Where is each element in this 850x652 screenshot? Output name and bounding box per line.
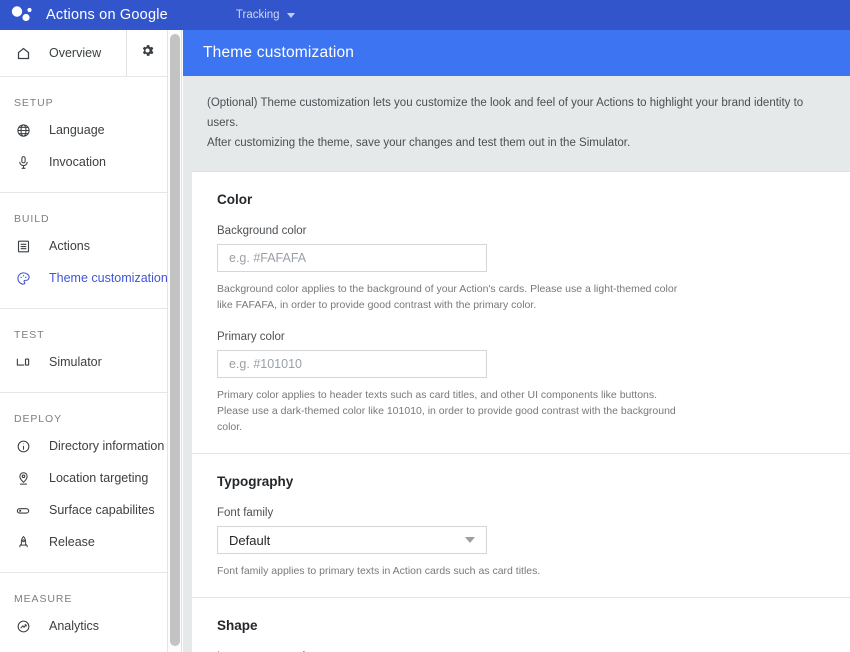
intro-line-1: (Optional) Theme customization lets you … bbox=[207, 97, 804, 129]
primary-color-input[interactable]: e.g. #101010 bbox=[217, 350, 487, 378]
background-color-placeholder: e.g. #FAFAFA bbox=[229, 251, 307, 265]
section-color: Color Background color e.g. #FAFAFA Back… bbox=[192, 172, 850, 453]
sidebar-item-simulator[interactable]: Simulator bbox=[0, 350, 167, 374]
google-assistant-dots-logo-icon bbox=[4, 0, 42, 30]
background-color-input[interactable]: e.g. #FAFAFA bbox=[217, 244, 487, 272]
list-document-icon bbox=[14, 237, 32, 255]
sidebar-item-label: Actions bbox=[49, 239, 90, 253]
palette-icon bbox=[14, 269, 32, 287]
overview-link[interactable]: Overview bbox=[0, 30, 127, 76]
section-shape: Shape Image corner style Please select t… bbox=[192, 597, 850, 652]
section-label: MEASURE bbox=[14, 593, 73, 605]
sidebar-item-actions[interactable]: Actions bbox=[0, 234, 167, 258]
chevron-down-icon bbox=[286, 12, 295, 18]
font-family-value: Default bbox=[229, 532, 271, 548]
sidebar-item-label: Location targeting bbox=[49, 471, 149, 485]
chevron-down-icon bbox=[465, 537, 475, 543]
project-selector[interactable]: Tracking bbox=[236, 9, 295, 21]
background-color-help: Background color applies to the backgrou… bbox=[217, 283, 678, 311]
section-title: Typography bbox=[217, 474, 294, 489]
rocket-icon bbox=[14, 533, 32, 551]
top-app-bar: Actions on Google Tracking bbox=[0, 0, 850, 30]
section-label: TEST bbox=[14, 329, 45, 341]
sidebar-item-release[interactable]: Release bbox=[0, 530, 167, 554]
sidebar: Overview SETUP Language Invocation BUILD… bbox=[0, 30, 168, 652]
sidebar-item-surface-capabilites[interactable]: Surface capabilites bbox=[0, 498, 167, 522]
sidebar-item-directory-information[interactable]: Directory information bbox=[0, 434, 167, 458]
primary-color-help: Primary color applies to header texts su… bbox=[217, 389, 676, 433]
sidebar-section-measure: MEASURE Analytics bbox=[0, 572, 167, 652]
section-label: DEPLOY bbox=[14, 413, 62, 425]
settings-card: Color Background color e.g. #FAFAFA Back… bbox=[192, 171, 850, 652]
sidebar-section-build: BUILD Actions Theme customization bbox=[0, 192, 167, 308]
sidebar-section-setup: SETUP Language Invocation bbox=[0, 77, 167, 192]
sidebar-scrollbar-track[interactable] bbox=[168, 30, 182, 652]
background-color-label: Background color bbox=[217, 225, 307, 237]
font-family-help: Font family applies to primary texts in … bbox=[217, 565, 541, 577]
sidebar-item-label: Directory information bbox=[49, 439, 165, 453]
sidebar-item-label: Surface capabilites bbox=[49, 503, 155, 517]
project-selector-label: Tracking bbox=[235, 9, 280, 21]
location-pin-icon bbox=[14, 469, 32, 487]
sidebar-section-test: TEST Simulator bbox=[0, 308, 167, 392]
sidebar-item-label: Simulator bbox=[49, 355, 102, 369]
primary-color-placeholder: e.g. #101010 bbox=[229, 357, 302, 371]
surface-pill-icon bbox=[14, 501, 32, 519]
sidebar-item-analytics[interactable]: Analytics bbox=[0, 614, 167, 638]
sidebar-section-deploy: DEPLOY Directory information Location ta… bbox=[0, 392, 167, 572]
sidebar-item-invocation[interactable]: Invocation bbox=[0, 150, 167, 174]
app-title: Actions on Google bbox=[46, 7, 168, 23]
sidebar-item-theme-customization[interactable]: Theme customization bbox=[0, 266, 167, 290]
section-label: BUILD bbox=[14, 213, 50, 225]
home-icon bbox=[14, 44, 32, 62]
sidebar-item-label: Overview bbox=[49, 46, 102, 60]
page-title: Theme customization bbox=[203, 44, 355, 61]
sidebar-item-location-targeting[interactable]: Location targeting bbox=[0, 466, 167, 490]
section-title: Color bbox=[217, 192, 253, 207]
sidebar-item-language[interactable]: Language bbox=[0, 118, 167, 142]
sidebar-item-label: Theme customization bbox=[49, 271, 168, 285]
gear-icon bbox=[140, 43, 155, 63]
sidebar-item-label: Language bbox=[49, 123, 105, 137]
globe-icon bbox=[14, 121, 32, 139]
sidebar-scrollbar-thumb[interactable] bbox=[170, 34, 180, 646]
font-family-select[interactable]: Default bbox=[217, 526, 487, 554]
sidebar-item-overview[interactable]: Overview bbox=[0, 30, 167, 77]
page-header-banner: Theme customization bbox=[183, 30, 850, 76]
section-typography: Typography Font family Default Font fami… bbox=[192, 453, 850, 597]
sidebar-item-label: Release bbox=[49, 535, 95, 549]
device-simulator-icon bbox=[14, 353, 32, 371]
microphone-icon bbox=[14, 153, 32, 171]
section-label: SETUP bbox=[14, 97, 54, 109]
main-content: Theme customization (Optional) Theme cus… bbox=[183, 30, 850, 652]
analytics-icon bbox=[14, 617, 32, 635]
sidebar-item-label: Invocation bbox=[49, 155, 106, 169]
settings-button[interactable] bbox=[127, 30, 167, 76]
section-title: Shape bbox=[217, 618, 258, 633]
info-circle-icon bbox=[14, 437, 32, 455]
font-family-label: Font family bbox=[217, 507, 274, 519]
intro-line-2: After customizing the theme, save your c… bbox=[207, 137, 631, 149]
intro-description: (Optional) Theme customization lets you … bbox=[183, 76, 850, 171]
sidebar-item-label: Analytics bbox=[49, 619, 100, 633]
primary-color-label: Primary color bbox=[217, 331, 285, 343]
